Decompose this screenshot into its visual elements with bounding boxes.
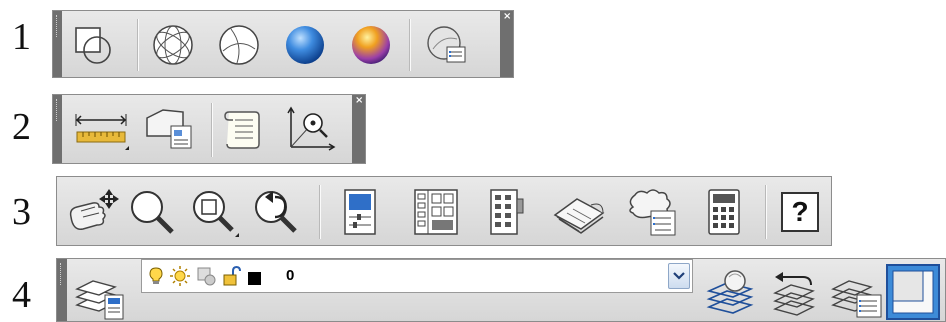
layer-dropdown[interactable]: 0 <box>141 259 693 293</box>
design-center-icon[interactable] <box>411 187 461 237</box>
layer-states-icon[interactable] <box>829 267 885 321</box>
close-icon: × <box>503 11 512 22</box>
window-icon[interactable] <box>885 263 941 321</box>
shaded-blue-sphere-icon[interactable] <box>283 23 327 67</box>
toolbar-inquiry: × <box>52 94 366 164</box>
layer-previous-icon[interactable] <box>769 267 825 321</box>
tool-palettes-icon[interactable] <box>485 187 531 237</box>
sun-thaw-icon[interactable] <box>170 266 190 291</box>
layer-properties-icon[interactable] <box>71 267 127 321</box>
viewport-freeze-icon[interactable] <box>196 266 216 291</box>
unlock-icon[interactable] <box>222 265 242 291</box>
visual-styles-manager-icon[interactable] <box>425 23 469 67</box>
sheet-set-icon[interactable] <box>551 187 607 237</box>
row-label-3: 3 <box>12 191 31 233</box>
help-label: ? <box>791 196 809 227</box>
row-label-2: 2 <box>12 106 31 148</box>
close-icon: × <box>355 95 364 106</box>
sphere-hidden-icon[interactable] <box>217 23 261 67</box>
box-with-circle-icon[interactable] <box>71 23 115 67</box>
toolbar-standard: ? <box>56 176 832 246</box>
chevron-down-icon[interactable] <box>668 263 690 289</box>
locate-point-icon[interactable] <box>283 106 337 151</box>
help-icon[interactable]: ? <box>777 187 823 237</box>
realistic-gold-sphere-icon[interactable] <box>349 23 393 67</box>
toolbar-grip[interactable] <box>53 95 62 163</box>
zoom-previous-icon[interactable] <box>253 187 303 237</box>
zoom-window-icon[interactable] <box>189 187 239 237</box>
toolbar-grip[interactable] <box>57 259 67 321</box>
properties-palette-icon[interactable] <box>337 187 383 237</box>
toolbar-layers: 0 <box>56 258 946 322</box>
row-label-4: 4 <box>12 274 31 316</box>
close-button[interactable]: × <box>500 11 513 77</box>
bulb-on-icon[interactable] <box>148 266 164 291</box>
color-swatch-icon[interactable] <box>248 272 261 285</box>
close-button[interactable]: × <box>352 95 365 163</box>
zoom-realtime-icon[interactable] <box>127 187 177 237</box>
pan-hand-icon[interactable] <box>65 187 121 237</box>
scroll-list-icon[interactable] <box>221 107 265 151</box>
toolbar-visual-styles: × <box>52 10 514 78</box>
toolbar-grip[interactable] <box>53 11 62 77</box>
ruler-measure-icon[interactable] <box>73 107 129 151</box>
layer-name: 0 <box>286 267 295 284</box>
row-label-1: 1 <box>12 16 31 58</box>
calculator-icon[interactable] <box>701 187 747 237</box>
sphere-wireframe-icon[interactable] <box>151 23 195 67</box>
make-current-icon[interactable] <box>705 267 761 321</box>
markup-set-icon[interactable] <box>623 187 679 237</box>
boundary-area-icon[interactable] <box>143 107 195 151</box>
